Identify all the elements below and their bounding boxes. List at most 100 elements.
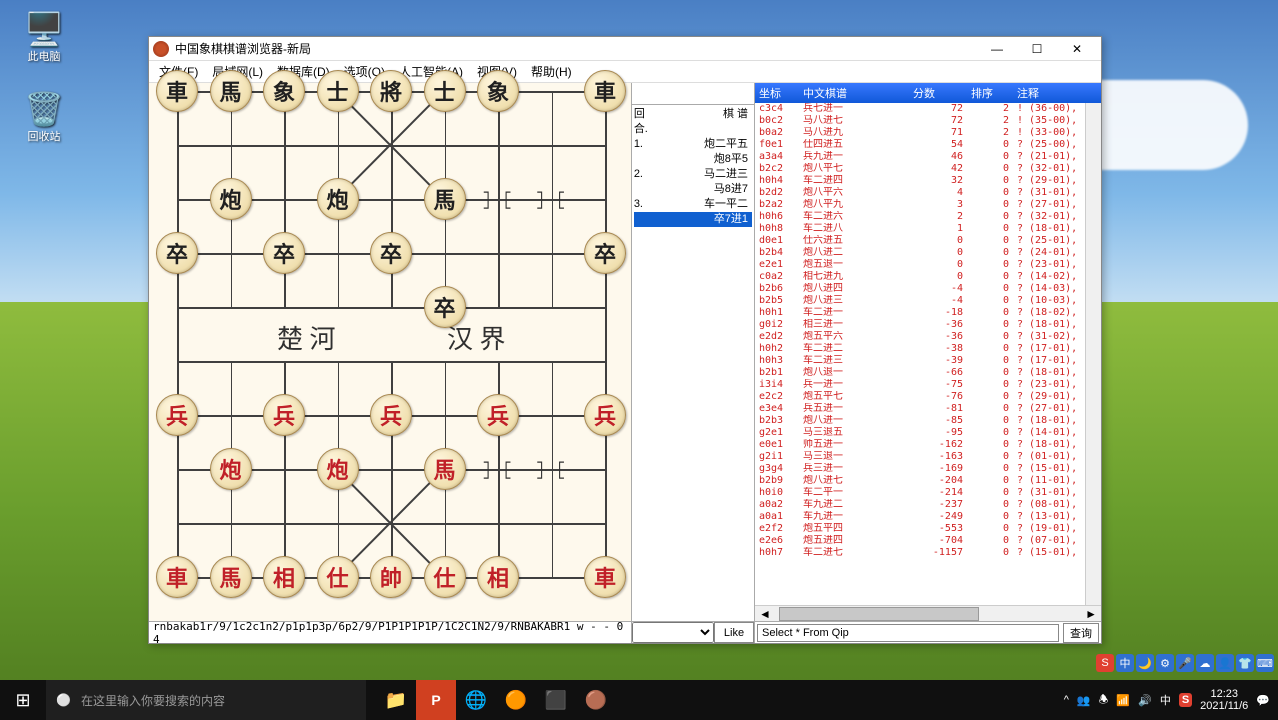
table-row[interactable]: i3i4兵一进一-750? (23-01), (755, 379, 1101, 391)
table-row[interactable]: h0h4车二进四320? (29-01), (755, 175, 1101, 187)
table-row[interactable]: h0h2车二进二-380? (17-01), (755, 343, 1101, 355)
ime-btn-6[interactable]: 👤 (1216, 654, 1234, 672)
table-row[interactable]: g2e1马三退五-950? (14-01), (755, 427, 1101, 439)
table-row[interactable]: b2b3炮八进一-850? (18-01), (755, 415, 1101, 427)
piece-相[interactable]: 相 (477, 556, 519, 598)
piece-卒[interactable]: 卒 (370, 232, 412, 274)
table-row[interactable]: c3c4兵七进一722! (36-00), (755, 103, 1101, 115)
table-row[interactable]: b2a2炮八平九30? (27-01), (755, 199, 1101, 211)
piece-炮[interactable]: 炮 (210, 178, 252, 220)
piece-兵[interactable]: 兵 (263, 394, 305, 436)
titlebar[interactable]: 中国象棋棋谱浏览器-新局 — ☐ ✕ (149, 37, 1101, 61)
move-list[interactable]: 回合.棋 谱1.炮二平五炮8平52.马二进三马8进73.车一平二卒7进1 (632, 105, 754, 621)
piece-仕[interactable]: 仕 (317, 556, 359, 598)
table-row[interactable]: h0h1车二进一-180? (18-02), (755, 307, 1101, 319)
table-row[interactable]: d0e1仕六进五00? (25-01), (755, 235, 1101, 247)
ime-btn-1[interactable]: 中 (1116, 654, 1134, 672)
query-button[interactable]: 查询 (1063, 623, 1099, 643)
table-row[interactable]: b2b1炮八退一-660? (18-01), (755, 367, 1101, 379)
table-row[interactable]: e3e4兵五进一-810? (27-01), (755, 403, 1101, 415)
move-item[interactable]: 3.车一平二 (634, 197, 752, 212)
table-row[interactable]: h0i0车二平一-2140? (31-01), (755, 487, 1101, 499)
sql-input[interactable] (757, 624, 1059, 642)
table-row[interactable]: h0h8车二进八10? (18-01), (755, 223, 1101, 235)
tray-wifi-icon[interactable]: 📶 (1116, 694, 1130, 707)
piece-馬[interactable]: 馬 (210, 556, 252, 598)
move-filter-select[interactable] (632, 622, 714, 643)
ime-btn-7[interactable]: 👕 (1236, 654, 1254, 672)
table-row[interactable]: f0e1仕四进五540? (25-00), (755, 139, 1101, 151)
piece-卒[interactable]: 卒 (424, 286, 466, 328)
move-item[interactable]: 马8进7 (634, 182, 752, 197)
table-row[interactable]: b2b4炮八进二00? (24-01), (755, 247, 1101, 259)
tray-vol-icon[interactable]: 🔊 (1138, 694, 1152, 707)
piece-兵[interactable]: 兵 (584, 394, 626, 436)
piece-車[interactable]: 車 (156, 70, 198, 112)
ime-btn-8[interactable]: ⌨ (1256, 654, 1274, 672)
table-row[interactable]: e2f2炮五平四-5530? (19-01), (755, 523, 1101, 535)
desktop-icon-computer[interactable]: 🖥️ 此电脑 (14, 10, 74, 64)
close-button[interactable]: ✕ (1057, 39, 1097, 59)
piece-象[interactable]: 象 (263, 70, 305, 112)
table-row[interactable]: a0a2车九进二-2370? (08-01), (755, 499, 1101, 511)
table-row[interactable]: b0a2马八进九712! (33-00), (755, 127, 1101, 139)
piece-卒[interactable]: 卒 (156, 232, 198, 274)
vertical-scrollbar[interactable] (1085, 103, 1101, 605)
piece-兵[interactable]: 兵 (370, 394, 412, 436)
ime-btn-4[interactable]: 🎤 (1176, 654, 1194, 672)
taskbar-search[interactable]: ⚪ 在这里输入你要搜索的内容 (46, 680, 366, 720)
table-row[interactable]: b0c2马八进七722! (35-00), (755, 115, 1101, 127)
tb-folder[interactable]: 📁 (376, 680, 416, 720)
tb-chrome[interactable]: 🌐 (456, 680, 496, 720)
tray-ime-zh[interactable]: 中 (1160, 692, 1171, 708)
piece-將[interactable]: 將 (370, 70, 412, 112)
table-row[interactable]: a3a4兵九进一460? (21-01), (755, 151, 1101, 163)
tb-app1[interactable]: 🟠 (496, 680, 536, 720)
table-row[interactable]: a0a1车九进一-2490? (13-01), (755, 511, 1101, 523)
tb-ppt[interactable]: P (416, 680, 456, 720)
table-row[interactable]: b2d2炮八平六40? (31-01), (755, 187, 1101, 199)
table-row[interactable]: e2c2炮五平七-760? (29-01), (755, 391, 1101, 403)
table-row[interactable]: b2b6炮八进四-40? (14-03), (755, 283, 1101, 295)
ime-btn-5[interactable]: ☁ (1196, 654, 1214, 672)
ime-btn-3[interactable]: ⚙ (1156, 654, 1174, 672)
table-row[interactable]: b2b9炮八进七-2040? (11-01), (755, 475, 1101, 487)
move-item[interactable]: 炮8平5 (634, 152, 752, 167)
table-row[interactable]: h0h7车二进七-11570? (15-01), (755, 547, 1101, 559)
horizontal-scrollbar[interactable]: ◄ ► (755, 605, 1101, 621)
tray-people-icon[interactable]: 👥 (1077, 694, 1091, 707)
table-row[interactable]: b2b5炮八进三-40? (10-03), (755, 295, 1101, 307)
board-area[interactable]: 楚 河汉 界┐┌┘└┐┌┘└┐┌┘└┐┌┘└車馬象士將士象車炮炮馬卒卒卒卒卒兵兵… (149, 83, 631, 621)
table-row[interactable]: g2i1马三退一-1630? (01-01), (755, 451, 1101, 463)
table-row[interactable]: c0a2相七进九00? (14-02), (755, 271, 1101, 283)
table-row[interactable]: e2d2炮五平六-360? (31-02), (755, 331, 1101, 343)
ime-toolbar[interactable]: S中🌙⚙🎤☁👤👕⌨ (1096, 654, 1274, 672)
piece-兵[interactable]: 兵 (156, 394, 198, 436)
piece-士[interactable]: 士 (317, 70, 359, 112)
minimize-button[interactable]: — (977, 39, 1017, 59)
table-row[interactable]: h0h6车二进六20? (32-01), (755, 211, 1101, 223)
table-row[interactable]: b2c2炮八平七420? (32-01), (755, 163, 1101, 175)
piece-炮[interactable]: 炮 (317, 178, 359, 220)
piece-車[interactable]: 車 (584, 70, 626, 112)
table-row[interactable]: h0h3车二进三-390? (17-01), (755, 355, 1101, 367)
tray-up-icon[interactable]: ^ (1064, 694, 1069, 706)
table-row[interactable]: e0e1帅五进一-1620? (18-01), (755, 439, 1101, 451)
piece-馬[interactable]: 馬 (424, 448, 466, 490)
system-tray[interactable]: ^ 👥 🕭 📶 🔊 中 S 12:23 2021/11/6 💬 (1056, 688, 1278, 712)
piece-馬[interactable]: 馬 (424, 178, 466, 220)
piece-仕[interactable]: 仕 (424, 556, 466, 598)
move-item[interactable]: 卒7进1 (634, 212, 752, 227)
like-button[interactable]: Like (714, 622, 754, 643)
piece-車[interactable]: 車 (584, 556, 626, 598)
piece-士[interactable]: 士 (424, 70, 466, 112)
ime-btn-0[interactable]: S (1096, 654, 1114, 672)
analysis-table[interactable]: c3c4兵七进一722! (36-00),b0c2马八进七722! (35-00… (755, 103, 1101, 605)
piece-車[interactable]: 車 (156, 556, 198, 598)
ime-btn-2[interactable]: 🌙 (1136, 654, 1154, 672)
desktop-icon-recycle[interactable]: 🗑️ 回收站 (14, 90, 74, 144)
piece-卒[interactable]: 卒 (584, 232, 626, 274)
piece-馬[interactable]: 馬 (210, 70, 252, 112)
menu-help[interactable]: 帮助(H) (525, 61, 578, 82)
piece-象[interactable]: 象 (477, 70, 519, 112)
